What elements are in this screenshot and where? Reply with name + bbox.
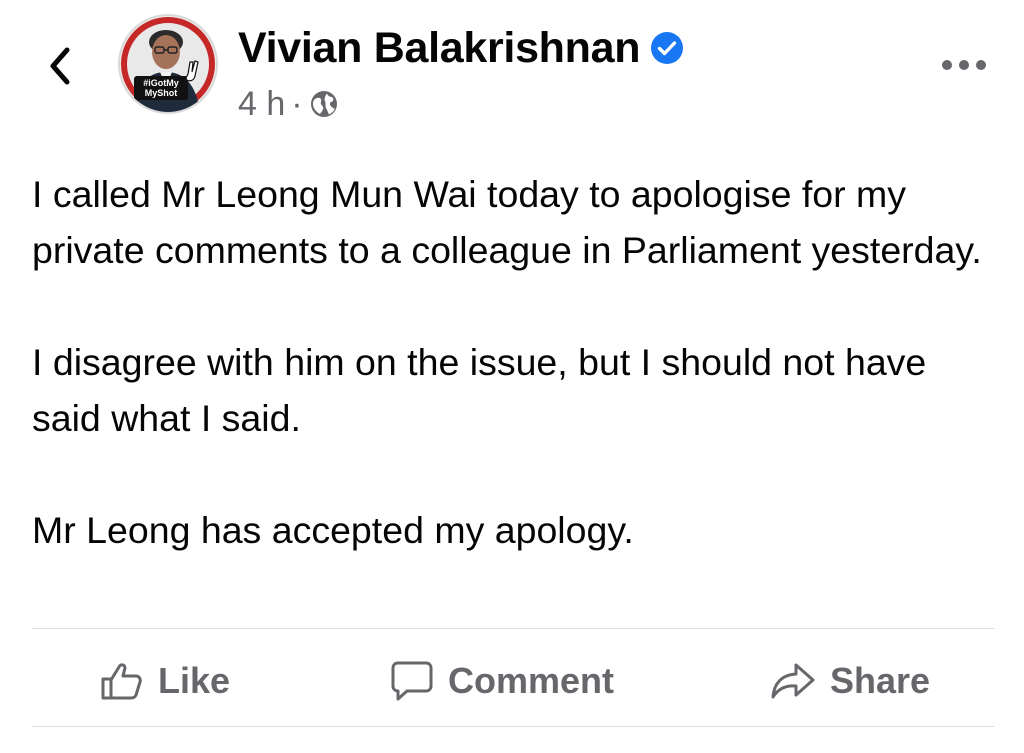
comment-icon: [391, 661, 433, 701]
avatar-badge-line1: #iGotMy: [143, 78, 179, 88]
more-options-dot: [976, 60, 986, 70]
back-button[interactable]: [34, 38, 86, 94]
meta-separator: ·: [291, 85, 303, 123]
share-label: Share: [830, 660, 931, 701]
profile-photo: #iGotMy MyShot: [120, 16, 216, 112]
more-options-dot: [942, 60, 952, 70]
like-label: Like: [158, 660, 231, 701]
post-timestamp[interactable]: 4 h: [238, 82, 285, 126]
action-bar: Like Comment Share: [32, 636, 994, 722]
share-button[interactable]: Share: [770, 660, 930, 702]
divider: [32, 628, 994, 629]
comment-button[interactable]: Comment: [390, 660, 614, 702]
post-meta: 4 h ·: [238, 82, 339, 126]
post-paragraph: I called Mr Leong Mun Wai today to apolo…: [32, 173, 982, 271]
more-options-dot: [959, 60, 969, 70]
post-text: I called Mr Leong Mun Wai today to apolo…: [32, 166, 992, 558]
author-name[interactable]: Vivian Balakrishnan: [238, 22, 641, 74]
globe-icon: [310, 91, 337, 117]
post-paragraph: I disagree with him on the issue, but I …: [32, 341, 927, 439]
verified-badge-icon: [651, 32, 684, 64]
post-paragraph: Mr Leong has accepted my apology.: [32, 509, 634, 551]
author-name-row: Vivian Balakrishnan: [238, 22, 684, 74]
share-icon: [771, 663, 815, 699]
chevron-left-icon: [50, 47, 70, 85]
divider: [32, 726, 994, 727]
avatar-badge-line2: MyShot: [145, 88, 178, 98]
avatar[interactable]: #iGotMy MyShot: [118, 14, 218, 114]
thumbs-up-icon: [101, 663, 142, 700]
like-button[interactable]: Like: [100, 660, 230, 702]
comment-label: Comment: [448, 660, 615, 701]
facebook-post-screen: #iGotMy MyShot Vivian Balakrishnan 4 h ·: [0, 0, 1024, 753]
more-options-button[interactable]: [942, 50, 986, 80]
